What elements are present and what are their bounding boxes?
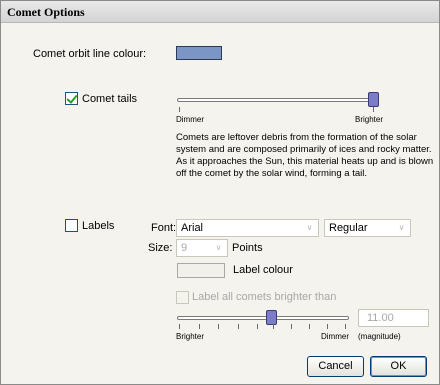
cancel-button[interactable]: Cancel: [307, 356, 364, 377]
magnitude-track: [177, 316, 349, 320]
tails-slider-tick-min: [179, 107, 180, 112]
chevron-down-icon: ∨: [215, 243, 222, 252]
magnitude-max-label: Dimmer: [321, 332, 349, 341]
label-all-comets-checkbox[interactable]: [176, 291, 189, 304]
tails-brightness-track: [177, 98, 377, 102]
font-select[interactable]: Arial ∨: [176, 219, 319, 237]
title-bar: Comet Options: [1, 1, 439, 23]
comet-tails-label[interactable]: Comet tails: [82, 93, 137, 105]
font-select-value: Arial: [181, 222, 204, 234]
labels-checkbox[interactable]: [65, 219, 78, 232]
comet-tails-description: Comets are leftover debris from the form…: [176, 132, 436, 180]
font-label: Font:: [151, 222, 177, 234]
magnitude-unit-label: (magnitude): [358, 332, 401, 341]
magnitude-tick: [257, 324, 258, 329]
magnitude-tick: [273, 324, 274, 329]
label-all-comets-text: Label all comets brighter than: [192, 291, 337, 303]
chevron-down-icon: ∨: [306, 223, 313, 232]
tails-slider-min-label: Dimmer: [176, 115, 204, 124]
size-unit-label: Points: [232, 242, 263, 254]
window-title: Comet Options: [7, 5, 85, 19]
chevron-down-icon: ∨: [398, 223, 405, 232]
labels-label[interactable]: Labels: [82, 220, 114, 232]
font-style-select[interactable]: Regular ∨: [324, 219, 411, 237]
magnitude-input[interactable]: 11.00: [358, 309, 429, 327]
magnitude-tick: [179, 324, 180, 329]
label-colour-swatch[interactable]: [177, 263, 225, 278]
tails-brightness-slider-thumb[interactable]: [368, 92, 379, 107]
description-line: Comets are leftover debris from the form…: [176, 132, 417, 143]
tails-slider-tick-max: [373, 107, 374, 112]
ok-button[interactable]: OK: [370, 356, 427, 377]
font-style-value: Regular: [329, 222, 368, 234]
description-line: off the comet by the solar wind, forming…: [176, 168, 367, 179]
orbit-colour-label: Comet orbit line colour:: [33, 48, 147, 60]
comet-tails-checkbox[interactable]: [65, 92, 78, 105]
tails-slider-max-label: Brighter: [355, 115, 384, 124]
magnitude-tick: [199, 324, 200, 329]
magnitude-tick: [238, 324, 239, 329]
magnitude-tick: [291, 324, 292, 329]
comet-options-dialog: Comet Options Comet orbit line colour: C…: [0, 0, 440, 385]
magnitude-tick: [345, 324, 346, 329]
magnitude-tick: [327, 324, 328, 329]
description-line: system and are composed primarily of ice…: [176, 144, 432, 155]
size-label: Size:: [148, 242, 173, 254]
magnitude-min-label: Brighter: [176, 332, 205, 341]
magnitude-slider-thumb[interactable]: [266, 310, 277, 325]
magnitude-tick: [309, 324, 310, 329]
size-select[interactable]: 9 ∨: [176, 239, 228, 257]
magnitude-tick: [218, 324, 219, 329]
description-line: As it approaches the Sun, this material …: [176, 156, 434, 167]
size-select-value: 9: [181, 242, 188, 254]
magnitude-value: 11.00: [367, 312, 394, 324]
label-colour-text: Label colour: [233, 264, 293, 276]
orbit-colour-swatch[interactable]: [176, 46, 222, 60]
